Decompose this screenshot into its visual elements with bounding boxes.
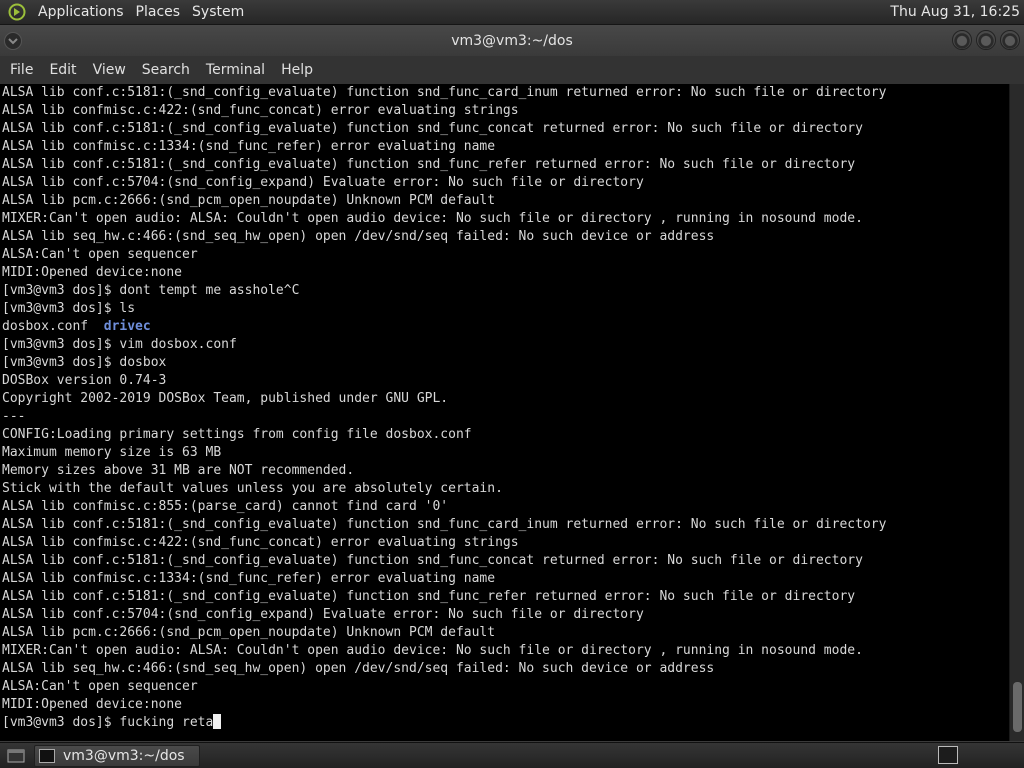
window-menu-icon[interactable] [3, 31, 23, 51]
terminal-line: ALSA lib seq_hw.c:466:(snd_seq_hw_open) … [2, 229, 715, 244]
menu-edit[interactable]: Edit [41, 56, 84, 84]
terminal-line: Maximum memory size is 63 MB [2, 445, 222, 460]
text-cursor [213, 714, 222, 729]
terminal-line: ALSA lib conf.c:5181:(_snd_config_evalua… [2, 121, 863, 136]
prompt-line[interactable]: [vm3@vm3 dos]$ fucking reta [2, 714, 1009, 732]
window-title: vm3@vm3:~/dos [451, 32, 573, 49]
terminal-line: --- [2, 409, 26, 424]
terminal-line: Copyright 2002-2019 DOSBox Team, publish… [2, 391, 449, 406]
terminal-line: MIXER:Can't open audio: ALSA: Couldn't o… [2, 643, 863, 658]
places-menu[interactable]: Places [130, 0, 187, 25]
terminal-line: ALSA lib confmisc.c:1334:(snd_func_refer… [2, 571, 496, 586]
close-icon[interactable] [1000, 30, 1020, 50]
terminal-line: MIDI:Opened device:none [2, 265, 183, 280]
show-desktop-icon[interactable] [6, 746, 26, 766]
terminal-line: ALSA lib confmisc.c:1334:(snd_func_refer… [2, 139, 496, 154]
minimize-icon[interactable] [952, 30, 972, 50]
terminal-line: ALSA lib pcm.c:2666:(snd_pcm_open_noupda… [2, 193, 496, 208]
terminal-line: Stick with the default values unless you… [2, 481, 503, 496]
ls-directory: drivec [103, 319, 151, 334]
maximize-icon[interactable] [976, 30, 996, 50]
ls-output-line: dosbox.conf drivec [2, 318, 1009, 336]
distro-logo-icon[interactable] [6, 1, 28, 23]
bottom-panel: vm3@vm3:~/dos [0, 742, 1024, 768]
workspace-switcher-icon[interactable] [938, 746, 958, 764]
terminal-line: [vm3@vm3 dos]$ ls [2, 301, 136, 316]
clock[interactable]: Thu Aug 31, 16:25 [890, 0, 1020, 25]
terminal-line: ALSA:Can't open sequencer [2, 679, 198, 694]
terminal-line: ALSA:Can't open sequencer [2, 247, 198, 262]
terminal-scrollbar[interactable] [1009, 84, 1024, 741]
menubar: File Edit View Search Terminal Help [0, 56, 1024, 84]
terminal-output[interactable]: ALSA lib conf.c:5181:(_snd_config_evalua… [0, 84, 1009, 741]
taskbar-button-terminal[interactable]: vm3@vm3:~/dos [34, 744, 200, 767]
ls-file: dosbox.conf [2, 319, 89, 334]
terminal-line: ALSA lib conf.c:5704:(snd_config_expand)… [2, 607, 644, 622]
terminal-line: ALSA lib conf.c:5181:(_snd_config_evalua… [2, 517, 887, 532]
terminal-line: ALSA lib conf.c:5704:(snd_config_expand)… [2, 175, 644, 190]
terminal-line: Memory sizes above 31 MB are NOT recomme… [2, 463, 355, 478]
terminal-line: CONFIG:Loading primary settings from con… [2, 427, 472, 442]
terminal-line: ALSA lib confmisc.c:855:(parse_card) can… [2, 499, 449, 514]
terminal-line: ALSA lib conf.c:5181:(_snd_config_evalua… [2, 553, 863, 568]
top-panel: Applications Places System Thu Aug 31, 1… [0, 0, 1024, 25]
terminal-line: [vm3@vm3 dos]$ dosbox [2, 355, 167, 370]
system-menu[interactable]: System [186, 0, 250, 25]
terminal-line: DOSBox version 0.74-3 [2, 373, 167, 388]
menu-view[interactable]: View [85, 56, 134, 84]
taskbar-button-label: vm3@vm3:~/dos [63, 747, 185, 764]
terminal-line: MIXER:Can't open audio: ALSA: Couldn't o… [2, 211, 863, 226]
terminal-line: ALSA lib seq_hw.c:466:(snd_seq_hw_open) … [2, 661, 715, 676]
terminal-line: ALSA lib confmisc.c:422:(snd_func_concat… [2, 103, 519, 118]
terminal-line: MIDI:Opened device:none [2, 697, 183, 712]
terminal-icon [39, 748, 55, 763]
scrollbar-thumb[interactable] [1013, 682, 1022, 732]
terminal-line: ALSA lib conf.c:5181:(_snd_config_evalua… [2, 157, 856, 172]
terminal-line: ALSA lib pcm.c:2666:(snd_pcm_open_noupda… [2, 625, 496, 640]
terminal-window: vm3@vm3:~/dos File Edit View Search Term… [0, 25, 1024, 742]
terminal-line: ALSA lib conf.c:5181:(_snd_config_evalua… [2, 85, 887, 100]
menu-help[interactable]: Help [273, 56, 321, 84]
window-titlebar[interactable]: vm3@vm3:~/dos [0, 25, 1024, 56]
menu-search[interactable]: Search [134, 56, 198, 84]
menu-file[interactable]: File [2, 56, 41, 84]
terminal-line: ALSA lib conf.c:5181:(_snd_config_evalua… [2, 589, 856, 604]
applications-menu[interactable]: Applications [32, 0, 130, 25]
terminal-line: [vm3@vm3 dos]$ dont tempt me asshole^C [2, 283, 300, 298]
terminal-line: ALSA lib confmisc.c:422:(snd_func_concat… [2, 535, 519, 550]
prompt-input[interactable]: [vm3@vm3 dos]$ fucking reta [2, 715, 213, 730]
terminal-line: [vm3@vm3 dos]$ vim dosbox.conf [2, 337, 237, 352]
menu-terminal[interactable]: Terminal [198, 56, 273, 84]
